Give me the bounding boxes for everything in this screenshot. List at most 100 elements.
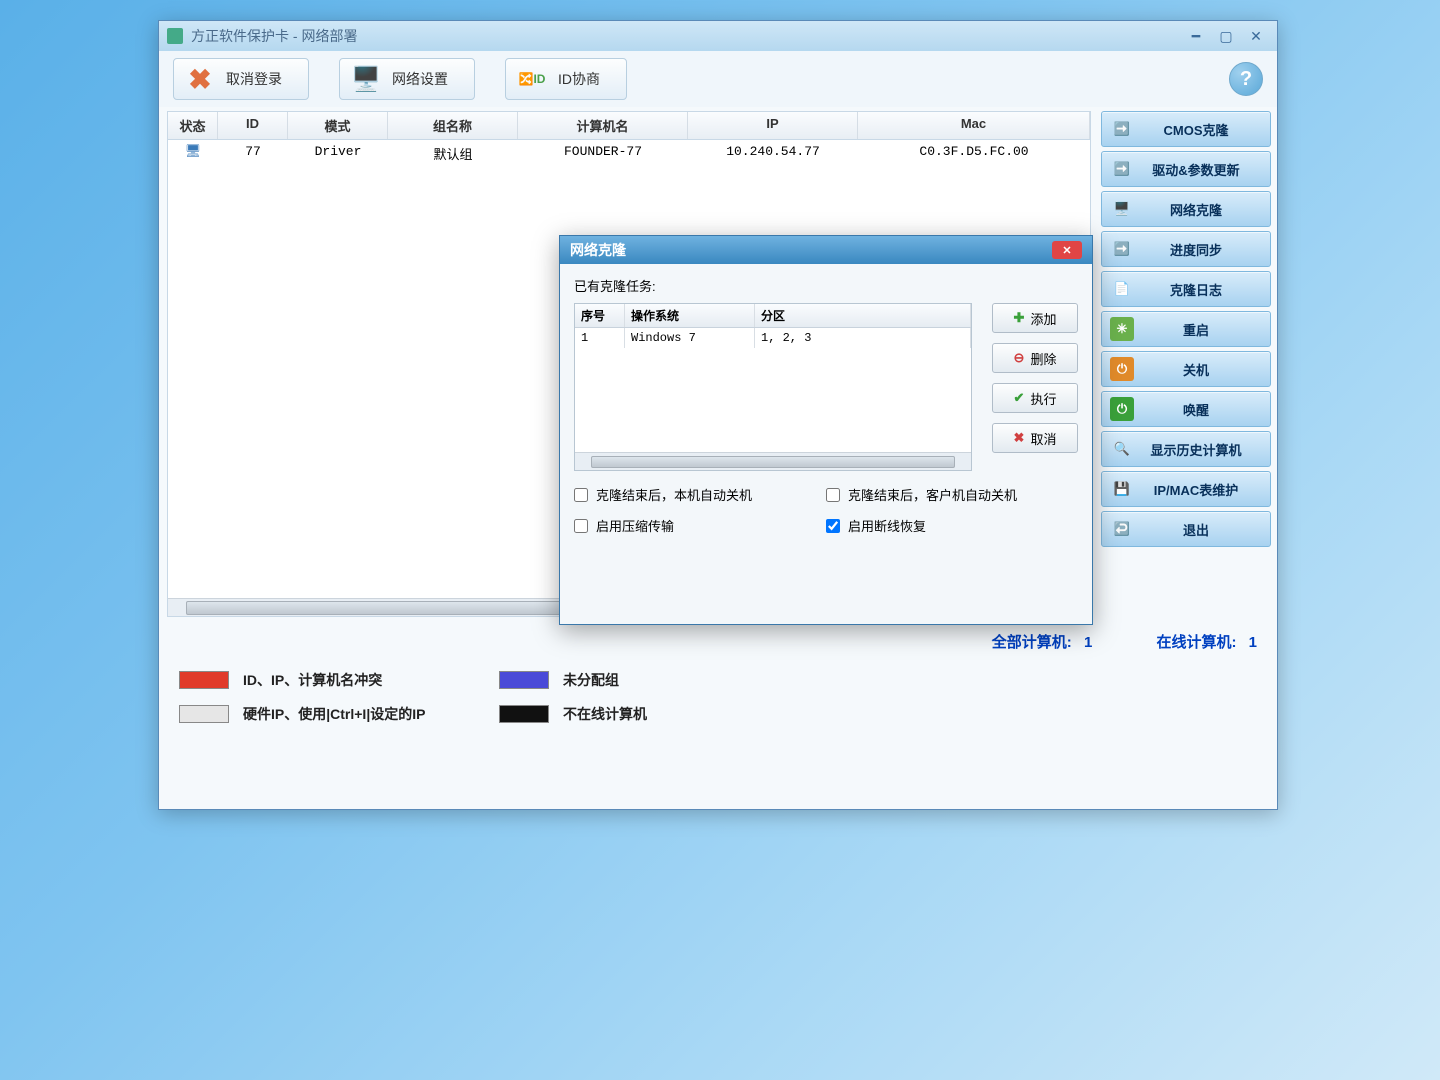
checkbox[interactable] [826,519,840,533]
dialog-buttons: ✚添加 ⊖删除 ✔执行 ✖取消 [992,303,1078,453]
legend-unassigned: 未分配组 [499,670,759,690]
add-button[interactable]: ✚添加 [992,303,1078,333]
chk-resume[interactable]: 启用断线恢复 [826,516,1078,535]
sidebar-item-ipmac[interactable]: 💾IP/MAC表维护 [1101,471,1271,507]
task-scrollbar[interactable] [575,452,971,470]
chk-auto-off-client[interactable]: 克隆结束后，客户机自动关机 [826,485,1078,504]
minus-icon: ⊖ [1014,350,1025,366]
task-table: 序号 操作系统 分区 1 Windows 7 1, 2, 3 [574,303,972,471]
sidebar-item-shutdown[interactable]: ⏻关机 [1101,351,1271,387]
save-icon: 💾 [1110,477,1134,501]
th-mode[interactable]: 模式 [288,112,388,139]
sidebar-item-wake[interactable]: ⏻唤醒 [1101,391,1271,427]
id-icon: 🔀ID [516,63,548,95]
th-status[interactable]: 状态 [168,112,218,139]
th-mac[interactable]: Mac [858,112,1090,139]
sidebar-item-net-clone[interactable]: 🖥️网络克隆 [1101,191,1271,227]
cell-os: Windows 7 [625,328,755,348]
cell-part: 1, 2, 3 [755,328,971,348]
cell-group: 默认组 [388,140,518,167]
power-off-icon: ⏻ [1110,357,1134,381]
exit-icon: ↩️ [1110,517,1134,541]
legend-offline: 不在线计算机 [499,704,759,724]
restart-icon: ✳ [1110,317,1134,341]
sidebar-item-cmos-clone[interactable]: ➡️CMOS克隆 [1101,111,1271,147]
swatch-red [179,671,229,689]
cell-status: 🖥 [168,140,218,167]
run-button[interactable]: ✔执行 [992,383,1078,413]
power-on-icon: ⏻ [1110,397,1134,421]
swatch-black [499,705,549,723]
clone-icon: 🖥️ [1110,197,1134,221]
sidebar-item-clone-log[interactable]: 📄克隆日志 [1101,271,1271,307]
cell-id: 77 [218,140,288,167]
th-seq[interactable]: 序号 [575,304,625,327]
id-negotiate-button[interactable]: 🔀ID ID协商 [505,58,627,100]
toolbar: ✖ 取消登录 🖥️ 网络设置 🔀ID ID协商 ? [159,51,1277,107]
online-value: 1 [1249,634,1257,651]
sidebar-item-progress-sync[interactable]: ➡️进度同步 [1101,231,1271,267]
maximize-button[interactable]: ▢ [1213,27,1239,45]
check-icon: ✔ [1014,390,1025,406]
cell-mac: C0.3F.D5.FC.00 [858,140,1090,167]
x-icon: ✖ [184,63,216,95]
cell-host: FOUNDER-77 [518,140,688,167]
monitor-icon: 🖥️ [350,63,382,95]
sidebar-item-history[interactable]: 🔍显示历史计算机 [1101,431,1271,467]
table-row[interactable]: 🖥 77 Driver 默认组 FOUNDER-77 10.240.54.77 … [168,140,1090,167]
status-line: 全部计算机: 1 在线计算机: 1 [159,621,1277,658]
app-icon [167,28,183,44]
chk-auto-off-self[interactable]: 克隆结束后，本机自动关机 [574,485,826,504]
dialog-body: 已有克隆任务: 序号 操作系统 分区 1 Windows 7 [560,264,1092,547]
cell-mode: Driver [288,140,388,167]
network-settings-button[interactable]: 🖥️ 网络设置 [339,58,475,100]
total-value: 1 [1084,634,1092,651]
sidebar-item-exit[interactable]: ↩️退出 [1101,511,1271,547]
plus-icon: ✚ [1014,310,1025,326]
main-window: 方正软件保护卡 - 网络部署 ━ ▢ ✕ ✖ 取消登录 🖥️ 网络设置 🔀ID … [158,20,1278,810]
total-label: 全部计算机: [992,634,1072,651]
task-header: 序号 操作系统 分区 [575,304,971,328]
checkbox-group: 克隆结束后，本机自动关机 克隆结束后，客户机自动关机 启用压缩传输 启用断线恢复 [574,485,1078,535]
log-icon: 📄 [1110,277,1134,301]
minimize-button[interactable]: ━ [1183,27,1209,45]
delete-button[interactable]: ⊖删除 [992,343,1078,373]
sidebar-item-driver-update[interactable]: ➡️驱动&参数更新 [1101,151,1271,187]
close-button[interactable]: ✕ [1243,27,1269,45]
dialog-title: 网络克隆 [570,240,626,260]
chk-compress[interactable]: 启用压缩传输 [574,516,826,535]
sidebar-item-restart[interactable]: ✳重启 [1101,311,1271,347]
swatch-blue [499,671,549,689]
pc-icon: 🖥 [185,144,202,159]
existing-tasks-label: 已有克隆任务: [574,276,1078,295]
logout-label: 取消登录 [226,69,282,89]
th-part[interactable]: 分区 [755,304,971,327]
swatch-grey [179,705,229,723]
help-button[interactable]: ? [1229,62,1263,96]
checkbox[interactable] [574,488,588,502]
logout-button[interactable]: ✖ 取消登录 [173,58,309,100]
help-icon: ? [1240,68,1252,91]
checkbox[interactable] [826,488,840,502]
th-ip[interactable]: IP [688,112,858,139]
cancel-button[interactable]: ✖取消 [992,423,1078,453]
arrow-icon: ➡️ [1110,157,1134,181]
x-icon: ✖ [1014,430,1025,446]
th-id[interactable]: ID [218,112,288,139]
dialog-titlebar: 网络克隆 ✕ [560,236,1092,264]
legend-conflict: ID、IP、计算机名冲突 [179,670,479,690]
search-icon: 🔍 [1110,437,1134,461]
checkbox[interactable] [574,519,588,533]
th-host[interactable]: 计算机名 [518,112,688,139]
network-clone-dialog: 网络克隆 ✕ 已有克隆任务: 序号 操作系统 分区 1 [559,235,1093,625]
online-label: 在线计算机: [1156,634,1236,651]
th-group[interactable]: 组名称 [388,112,518,139]
sidebar: ➡️CMOS克隆 ➡️驱动&参数更新 🖥️网络克隆 ➡️进度同步 📄克隆日志 ✳… [1099,107,1277,621]
legend-hardip: 硬件IP、使用|Ctrl+I|设定的IP [179,704,479,724]
dialog-close-button[interactable]: ✕ [1052,241,1082,259]
task-row[interactable]: 1 Windows 7 1, 2, 3 [575,328,971,348]
legend: ID、IP、计算机名冲突 未分配组 硬件IP、使用|Ctrl+I|设定的IP 不… [159,658,1277,744]
th-os[interactable]: 操作系统 [625,304,755,327]
idneg-label: ID协商 [558,69,600,89]
footer: 全部计算机: 1 在线计算机: 1 ID、IP、计算机名冲突 未分配组 硬件IP… [159,621,1277,809]
